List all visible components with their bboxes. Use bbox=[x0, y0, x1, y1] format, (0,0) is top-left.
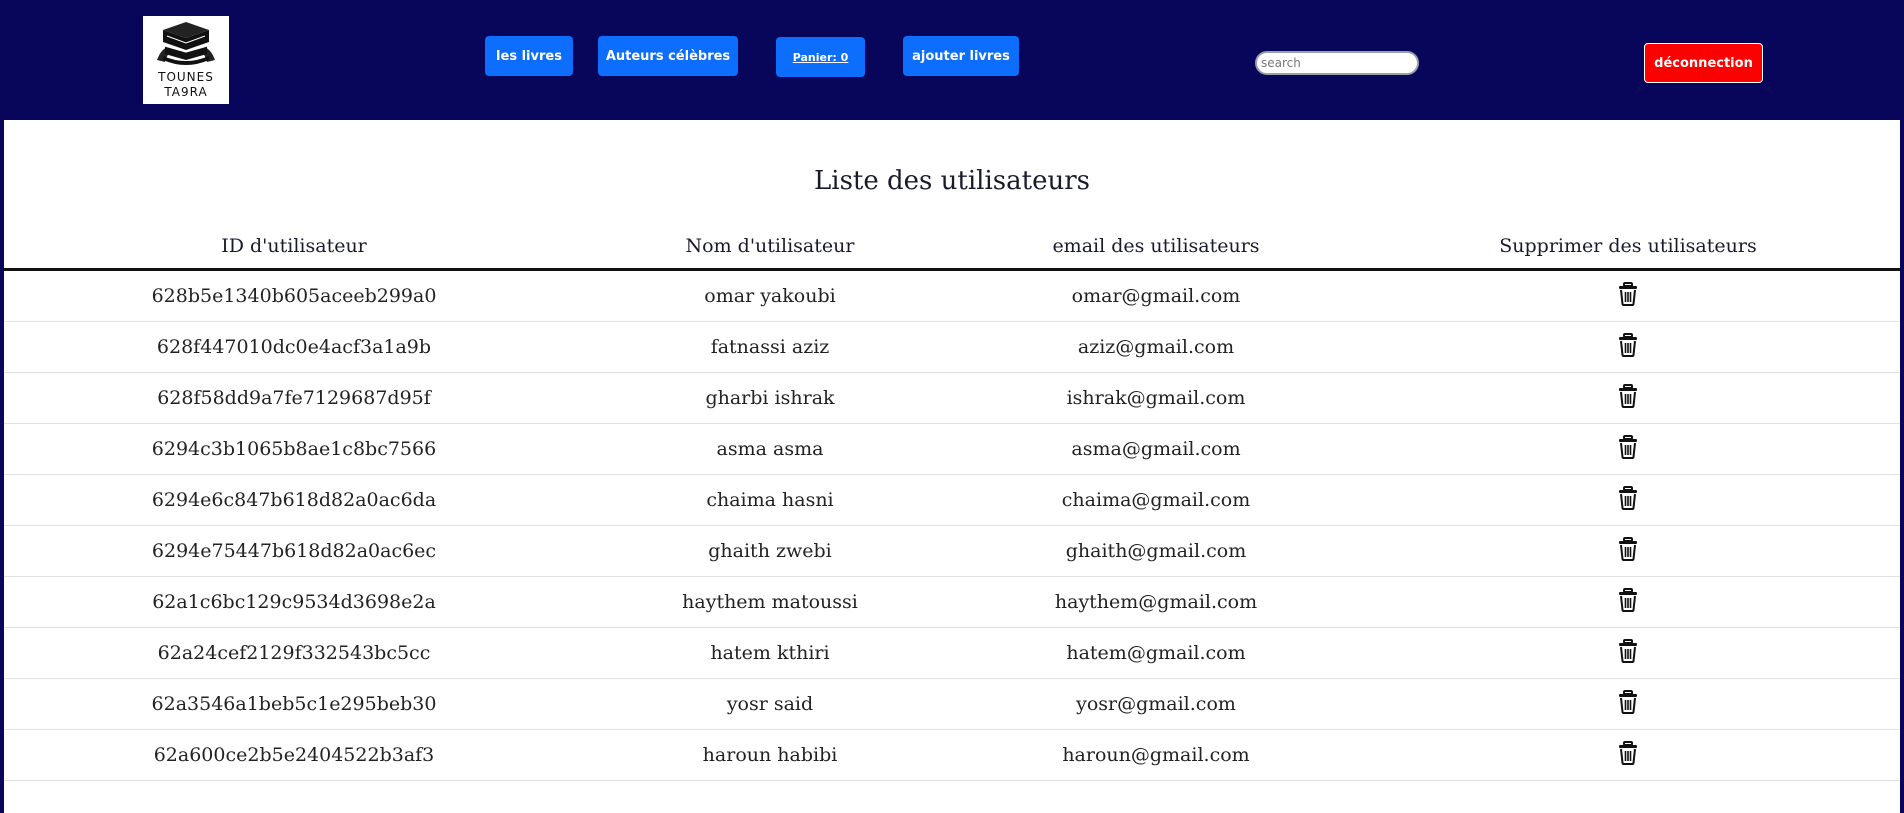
table-row: 628f447010dc0e4acf3a1a9b fatnassi aziz azi… bbox=[4, 321, 1900, 373]
delete-cell bbox=[1356, 678, 1900, 730]
user-email-cell: hatem@gmail.com bbox=[956, 627, 1356, 679]
nav-books-button[interactable]: les livres bbox=[485, 36, 573, 76]
nav-add-books-button[interactable]: ajouter livres bbox=[903, 36, 1019, 76]
book-logo-icon bbox=[157, 22, 215, 65]
navbar: TOUNES TA9RA les livres Auteurs célèbres… bbox=[0, 0, 1904, 120]
user-id-cell: 62a600ce2b5e2404522b3af3 bbox=[4, 729, 584, 781]
user-email-cell: aziz@gmail.com bbox=[956, 321, 1356, 373]
user-id-cell: 62a1c6bc129c9534d3698e2a bbox=[4, 576, 584, 628]
trash-icon[interactable] bbox=[1617, 485, 1639, 510]
user-id-cell: 62a3546a1beb5c1e295beb30 bbox=[4, 678, 584, 730]
trash-icon[interactable] bbox=[1617, 281, 1639, 306]
user-id-cell: 6294c3b1065b8ae1c8bc7566 bbox=[4, 423, 584, 475]
delete-cell bbox=[1356, 423, 1900, 475]
users-table-body: 628b5e1340b605aceeb299a0 omar yakoubi omar… bbox=[4, 269, 1900, 781]
user-id-cell: 628b5e1340b605aceeb299a0 bbox=[4, 269, 584, 322]
table-row: 62a3546a1beb5c1e295beb30 yosr said yosr@gm… bbox=[4, 678, 1900, 730]
site-logo[interactable]: TOUNES TA9RA bbox=[143, 16, 229, 104]
table-row: 62a1c6bc129c9534d3698e2a haythem matoussi… bbox=[4, 576, 1900, 628]
user-name-cell: fatnassi aziz bbox=[584, 321, 956, 373]
delete-cell bbox=[1356, 321, 1900, 373]
logout-button[interactable]: déconnection bbox=[1644, 43, 1763, 83]
user-id-cell: 6294e75447b618d82a0ac6ec bbox=[4, 525, 584, 577]
trash-icon[interactable] bbox=[1617, 638, 1639, 663]
table-row: 6294e6c847b618d82a0ac6da chaima hasni chai… bbox=[4, 474, 1900, 526]
trash-icon[interactable] bbox=[1617, 740, 1639, 765]
column-header-id: ID d'utilisateur bbox=[4, 224, 584, 271]
column-header-name: Nom d'utilisateur bbox=[584, 224, 956, 271]
table-row: 62a600ce2b5e2404522b3af3 haroun habibi har… bbox=[4, 729, 1900, 781]
delete-cell bbox=[1356, 525, 1900, 577]
table-header-row: ID d'utilisateur Nom d'utilisateur email… bbox=[4, 224, 1900, 271]
table-row: 628f58dd9a7fe7129687d95f gharbi ishrak ish… bbox=[4, 372, 1900, 424]
user-id-cell: 6294e6c847b618d82a0ac6da bbox=[4, 474, 584, 526]
trash-icon[interactable] bbox=[1617, 587, 1639, 612]
user-id-cell: 62a24cef2129f332543bc5cc bbox=[4, 627, 584, 679]
user-email-cell: omar@gmail.com bbox=[956, 269, 1356, 322]
logo-text-line2: TA9RA bbox=[164, 85, 208, 99]
delete-cell bbox=[1356, 627, 1900, 679]
user-email-cell: haythem@gmail.com bbox=[956, 576, 1356, 628]
nav-authors-button[interactable]: Auteurs célèbres bbox=[598, 36, 738, 76]
trash-icon[interactable] bbox=[1617, 689, 1639, 714]
delete-cell bbox=[1356, 372, 1900, 424]
main-content: Liste des utilisateurs ID d'utilisateur … bbox=[4, 120, 1900, 813]
user-name-cell: ghaith zwebi bbox=[584, 525, 956, 577]
user-id-cell: 628f58dd9a7fe7129687d95f bbox=[4, 372, 584, 424]
table-row: 628b5e1340b605aceeb299a0 omar yakoubi omar… bbox=[4, 269, 1900, 322]
trash-icon[interactable] bbox=[1617, 536, 1639, 561]
user-name-cell: haroun habibi bbox=[584, 729, 956, 781]
trash-icon[interactable] bbox=[1617, 383, 1639, 408]
user-name-cell: omar yakoubi bbox=[584, 269, 956, 322]
users-table: ID d'utilisateur Nom d'utilisateur email… bbox=[4, 224, 1900, 781]
delete-cell bbox=[1356, 269, 1900, 322]
user-name-cell: chaima hasni bbox=[584, 474, 956, 526]
column-header-email: email des utilisateurs bbox=[956, 224, 1356, 271]
user-name-cell: yosr said bbox=[584, 678, 956, 730]
user-email-cell: ishrak@gmail.com bbox=[956, 372, 1356, 424]
user-name-cell: asma asma bbox=[584, 423, 956, 475]
user-name-cell: haythem matoussi bbox=[584, 576, 956, 628]
page-title: Liste des utilisateurs bbox=[814, 166, 1090, 196]
trash-icon[interactable] bbox=[1617, 332, 1639, 357]
user-email-cell: haroun@gmail.com bbox=[956, 729, 1356, 781]
delete-cell bbox=[1356, 576, 1900, 628]
delete-cell bbox=[1356, 474, 1900, 526]
user-id-cell: 628f447010dc0e4acf3a1a9b bbox=[4, 321, 584, 373]
user-name-cell: gharbi ishrak bbox=[584, 372, 956, 424]
logo-text-line1: TOUNES bbox=[158, 70, 214, 84]
user-email-cell: yosr@gmail.com bbox=[956, 678, 1356, 730]
table-row: 62a24cef2129f332543bc5cc hatem kthiri hate… bbox=[4, 627, 1900, 679]
nav-cart-button[interactable]: Panier: 0 bbox=[776, 37, 865, 77]
table-row: 6294e75447b618d82a0ac6ec ghaith zwebi ghai… bbox=[4, 525, 1900, 577]
column-header-delete: Supprimer des utilisateurs bbox=[1356, 224, 1900, 271]
search-input[interactable] bbox=[1255, 51, 1419, 75]
delete-cell bbox=[1356, 729, 1900, 781]
user-email-cell: chaima@gmail.com bbox=[956, 474, 1356, 526]
table-row: 6294c3b1065b8ae1c8bc7566 asma asma asma@gm… bbox=[4, 423, 1900, 475]
user-email-cell: asma@gmail.com bbox=[956, 423, 1356, 475]
user-email-cell: ghaith@gmail.com bbox=[956, 525, 1356, 577]
user-name-cell: hatem kthiri bbox=[584, 627, 956, 679]
trash-icon[interactable] bbox=[1617, 434, 1639, 459]
